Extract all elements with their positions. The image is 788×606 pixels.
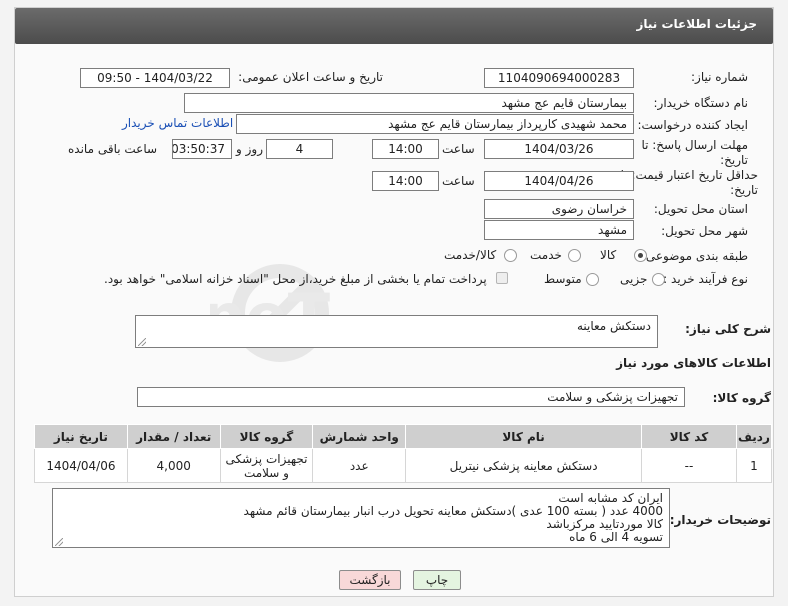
cell-name: دستکش معاینه پزشکی نیتریل bbox=[405, 448, 643, 483]
category-label: طبقه بندی موضوعی: bbox=[641, 249, 748, 263]
need-number-label: شماره نیاز: bbox=[691, 70, 748, 84]
process-radio-minor[interactable] bbox=[652, 273, 665, 286]
resize-grip-icon bbox=[138, 338, 146, 346]
need-number-field[interactable]: 1104090694000283 bbox=[484, 68, 634, 88]
resize-grip-icon bbox=[55, 538, 63, 546]
price-validity-label: حداقل تاریخ اعتبار قیمت: تا تاریخ: bbox=[620, 168, 758, 197]
treasury-checkbox[interactable] bbox=[496, 272, 508, 284]
reply-time-label: ساعت bbox=[442, 142, 475, 156]
goods-table: ردیف کد کالا نام کالا واحد شمارش گروه کا… bbox=[34, 424, 773, 483]
category-radio-service[interactable] bbox=[568, 249, 581, 262]
days-label: روز و bbox=[236, 142, 263, 156]
column-header-name: نام کالا bbox=[405, 424, 643, 449]
city-field[interactable]: مشهد bbox=[484, 220, 634, 240]
cell-group: تجهیزات پزشکی و سلامت bbox=[219, 448, 314, 483]
description-textarea[interactable]: دستکش معاینه bbox=[135, 315, 658, 348]
buyer-field[interactable]: بیمارستان قایم عج مشهد bbox=[184, 93, 634, 113]
price-time-label: ساعت bbox=[442, 174, 475, 188]
column-header-quantity: تعداد / مقدار bbox=[126, 424, 221, 449]
table-header-row: ردیف کد کالا نام کالا واحد شمارش گروه کا… bbox=[34, 424, 773, 449]
cell-date: 1404/04/06 bbox=[34, 448, 128, 483]
goods-group-label: گروه کالا: bbox=[712, 391, 771, 405]
category-radio-both[interactable] bbox=[504, 249, 517, 262]
category-radio-goods[interactable] bbox=[634, 249, 647, 262]
process-option-medium: متوسط bbox=[544, 272, 582, 286]
column-header-row-number: ردیف bbox=[735, 424, 773, 449]
cell-quantity: 4,000 bbox=[126, 448, 221, 483]
page-title: جزئیات اطلاعات نیاز bbox=[636, 17, 757, 31]
remaining-days-field[interactable]: 4 bbox=[266, 139, 333, 159]
cell-code: -- bbox=[641, 448, 737, 483]
process-option-minor: جزیی bbox=[620, 272, 648, 286]
category-option-goods: کالا bbox=[600, 248, 617, 262]
cell-row-number: 1 bbox=[735, 448, 773, 483]
creator-field[interactable]: محمد شهیدی کارپرداز بیمارستان قایم عج مش… bbox=[236, 114, 634, 134]
city-label: شهر محل تحویل: bbox=[661, 224, 748, 238]
print-button[interactable]: چاپ bbox=[413, 570, 461, 590]
buyer-notes-textarea[interactable]: ایران کد مشابه است 4000 عدد ( بسته 100 ع… bbox=[52, 488, 670, 548]
column-header-date: تاریخ نیاز bbox=[34, 424, 128, 449]
page-header: جزئیات اطلاعات نیاز bbox=[15, 8, 773, 44]
goods-group-field[interactable]: تجهیزات پزشکی و سلامت bbox=[137, 387, 685, 407]
buyer-label: نام دستگاه خریدار: bbox=[653, 96, 749, 110]
remaining-label: ساعت باقی مانده bbox=[68, 142, 158, 156]
table-row[interactable]: 1 -- دستکش معاینه پزشکی نیتریل عدد تجهیز… bbox=[34, 448, 773, 483]
province-field[interactable]: خراسان رضوی bbox=[484, 199, 634, 219]
buyer-notes-line: تسویه 4 الی 6 ماه bbox=[569, 530, 663, 544]
announce-field[interactable]: 1404/03/22 - 09:50 bbox=[80, 68, 230, 88]
category-option-service: خدمت bbox=[530, 248, 562, 262]
reply-deadline-label: مهلت ارسال پاسخ: تا تاریخ: bbox=[641, 138, 748, 167]
description-text: دستکش معاینه bbox=[576, 319, 651, 333]
process-radio-medium[interactable] bbox=[586, 273, 599, 286]
province-label: استان محل تحویل: bbox=[653, 202, 748, 216]
description-label: شرح کلی نیاز: bbox=[685, 322, 771, 336]
creator-label: ایجاد کننده درخواست: bbox=[637, 118, 748, 132]
buyer-notes-label: توضیحات خریدار: bbox=[669, 513, 771, 527]
contact-buyer-link[interactable]: اطلاعات تماس خریدار bbox=[122, 116, 233, 130]
announce-label: تاریخ و ساعت اعلان عمومی: bbox=[238, 70, 383, 84]
column-header-unit: واحد شمارش bbox=[312, 424, 407, 449]
reply-time-field[interactable]: 14:00 bbox=[372, 139, 439, 159]
treasury-note: پرداخت تمام یا بخشی از مبلغ خرید،از محل … bbox=[104, 272, 487, 286]
reply-date-field[interactable]: 1404/03/26 bbox=[484, 139, 634, 159]
price-time-field[interactable]: 14:00 bbox=[372, 171, 439, 191]
remaining-time-field[interactable]: 03:50:37 bbox=[172, 139, 232, 159]
goods-section-title: اطلاعات کالاهای مورد نیاز bbox=[616, 356, 771, 370]
process-label: نوع فرآیند خرید : bbox=[663, 272, 748, 286]
price-date-field[interactable]: 1404/04/26 bbox=[484, 171, 634, 191]
back-button[interactable]: بازگشت bbox=[339, 570, 401, 590]
column-header-group: گروه کالا bbox=[219, 424, 314, 449]
column-header-code: کد کالا bbox=[641, 424, 737, 449]
cell-unit: عدد bbox=[312, 448, 407, 483]
category-option-both: کالا/خدمت bbox=[444, 248, 497, 262]
